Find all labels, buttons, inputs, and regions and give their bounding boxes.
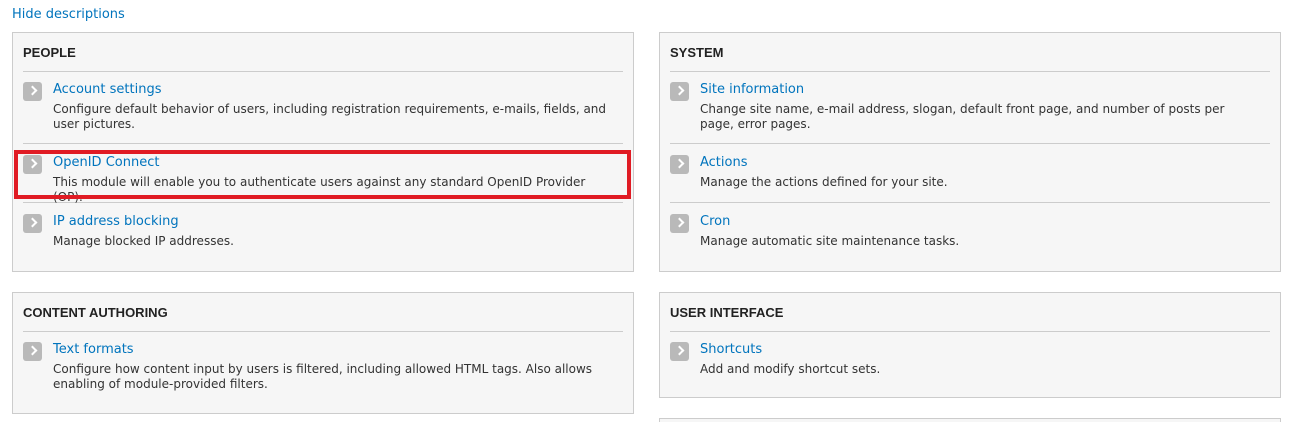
list-item-openid-connect: OpenID Connect This module will enable y… [23, 146, 623, 204]
item-description: Configure how content input by users is … [53, 362, 593, 391]
panel-title: PEOPLE [23, 45, 76, 60]
item-description: Change site name, e-mail address, slogan… [700, 102, 1225, 131]
divider [670, 331, 1270, 332]
item-description: This module will enable you to authentic… [53, 175, 586, 204]
item-description: Add and modify shortcut sets. [700, 362, 881, 376]
list-item-actions: Actions Manage the actions defined for y… [670, 146, 1270, 203]
chevron-right-icon[interactable] [23, 155, 42, 174]
panel-partial [659, 418, 1281, 422]
list-item-text-formats: Text formats Configure how content input… [23, 333, 623, 403]
divider [23, 331, 623, 332]
item-description: Manage blocked IP addresses. [53, 234, 234, 248]
chevron-right-icon[interactable] [670, 82, 689, 101]
item-description: Manage the actions defined for your site… [700, 175, 948, 189]
hide-descriptions-link[interactable]: Hide descriptions [12, 7, 125, 22]
item-description: Configure default behavior of users, inc… [53, 102, 607, 131]
actions-link[interactable]: Actions [700, 155, 748, 170]
ip-address-blocking-link[interactable]: IP address blocking [53, 214, 179, 229]
shortcuts-link[interactable]: Shortcuts [700, 342, 762, 357]
list-item-cron: Cron Manage automatic site maintenance t… [670, 205, 1270, 261]
cron-link[interactable]: Cron [700, 214, 730, 229]
chevron-right-icon[interactable] [670, 155, 689, 174]
panel-system: SYSTEM Site information Change site name… [659, 32, 1281, 272]
chevron-right-icon[interactable] [670, 342, 689, 361]
panel-people: PEOPLE Account settings Configure defaul… [12, 32, 634, 272]
panel-title: USER INTERFACE [670, 305, 784, 320]
text-formats-link[interactable]: Text formats [53, 342, 134, 357]
list-item-shortcuts: Shortcuts Add and modify shortcut sets. [670, 333, 1270, 389]
account-settings-link[interactable]: Account settings [53, 82, 161, 97]
panel-title: CONTENT AUTHORING [23, 305, 168, 320]
chevron-right-icon[interactable] [670, 214, 689, 233]
site-information-link[interactable]: Site information [700, 82, 804, 97]
openid-connect-link[interactable]: OpenID Connect [53, 155, 159, 170]
list-item-ip-address-blocking: IP address blocking Manage blocked IP ad… [23, 205, 623, 261]
list-item-account-settings: Account settings Configure default behav… [23, 73, 623, 144]
panel-title: SYSTEM [670, 45, 724, 60]
panel-user-interface: USER INTERFACE Shortcuts Add and modify … [659, 292, 1281, 398]
chevron-right-icon[interactable] [23, 82, 42, 101]
chevron-right-icon[interactable] [23, 214, 42, 233]
item-description: Manage automatic site maintenance tasks. [700, 234, 960, 248]
divider [23, 71, 623, 72]
chevron-right-icon[interactable] [23, 342, 42, 361]
panel-content-authoring: CONTENT AUTHORING Text formats Configure… [12, 292, 634, 414]
list-item-site-information: Site information Change site name, e-mai… [670, 73, 1270, 144]
divider [670, 71, 1270, 72]
